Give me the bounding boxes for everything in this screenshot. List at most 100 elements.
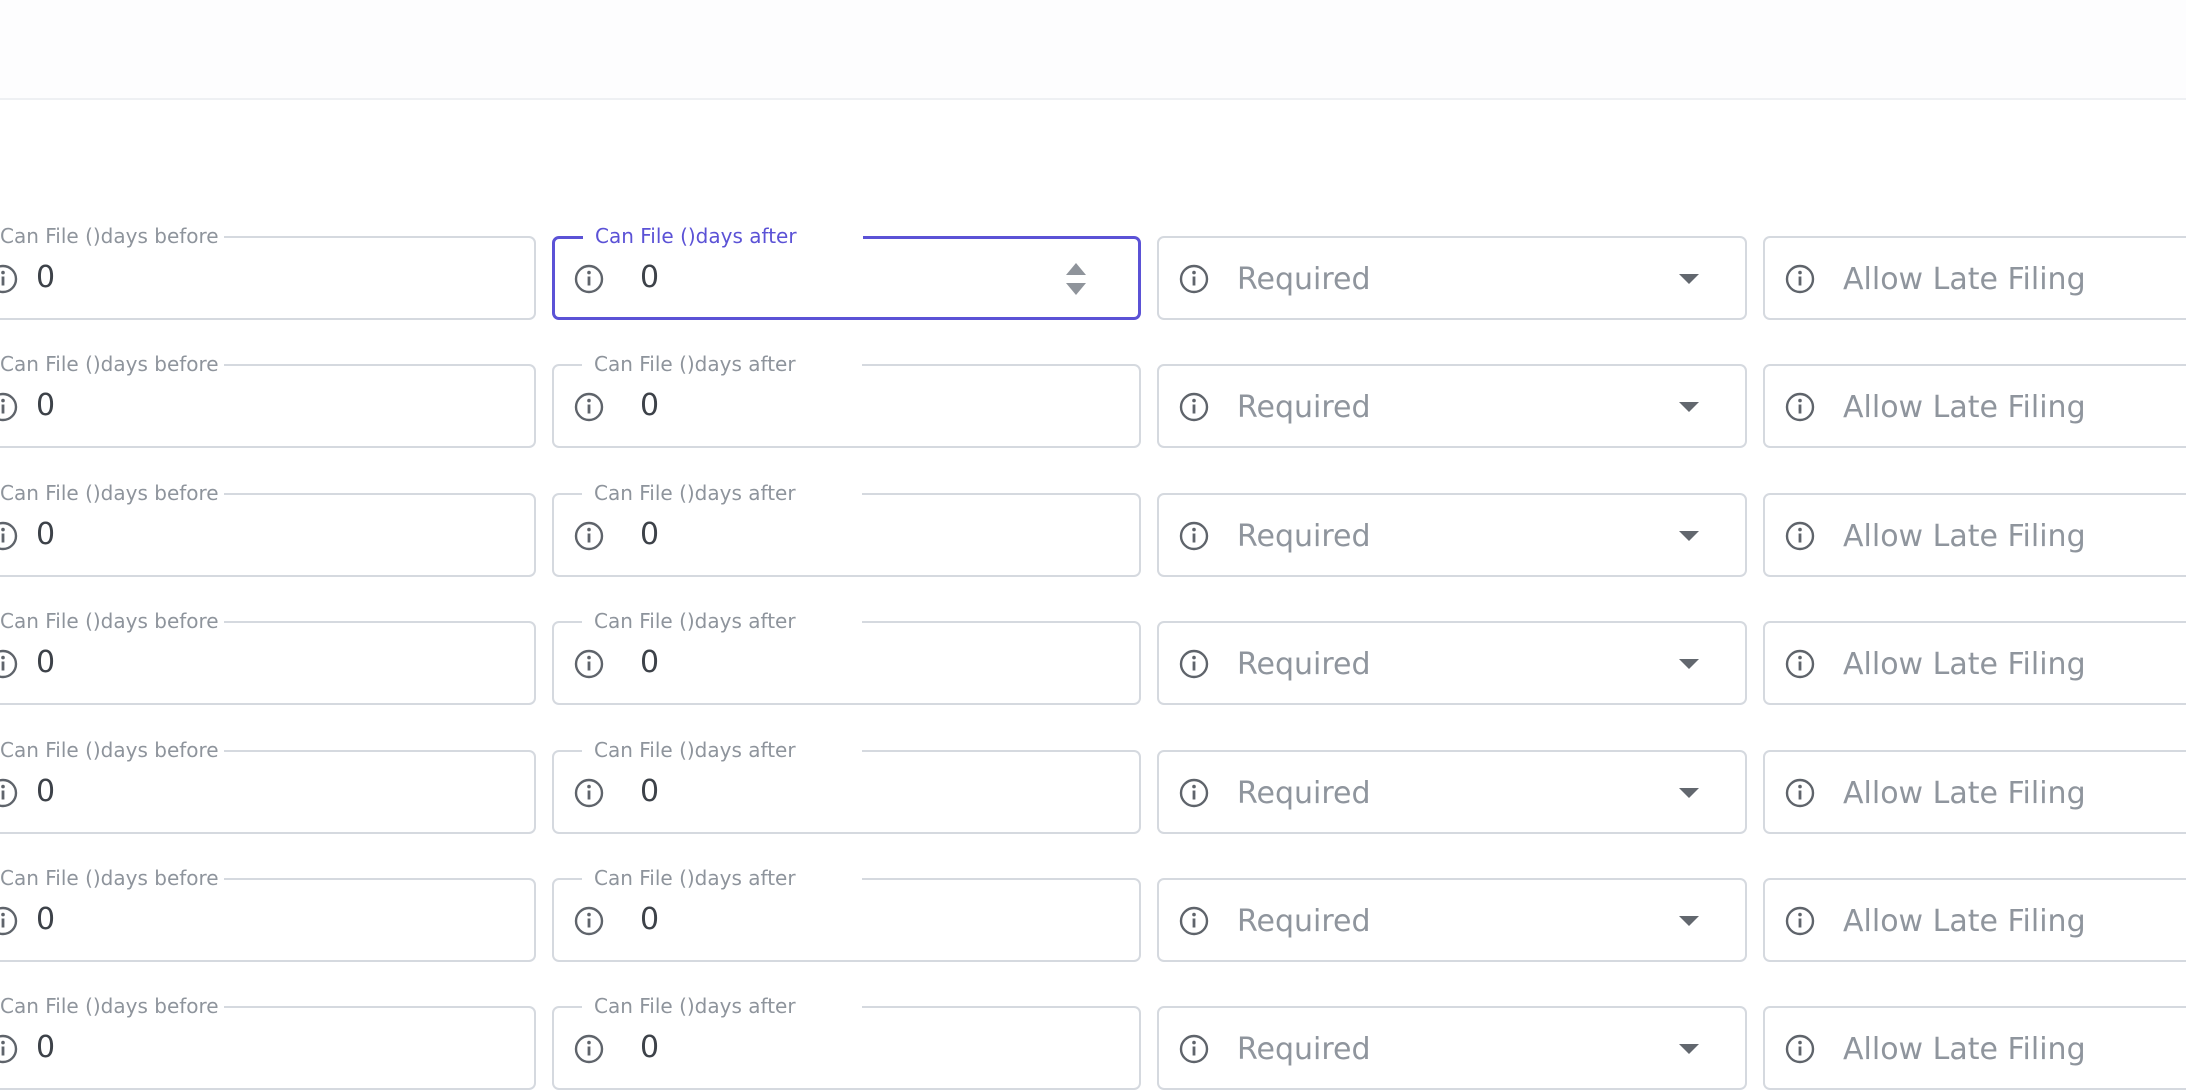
info-icon[interactable]	[1785, 649, 1815, 679]
required-placeholder: Required	[1237, 776, 1371, 811]
info-icon[interactable]	[0, 649, 18, 679]
days-before-value[interactable]: 0	[36, 516, 55, 554]
days-after-label: Can File ()days after	[582, 866, 862, 890]
allow-late-filing-field[interactable]: Allow Late Filing	[1763, 621, 2186, 705]
days-after-value[interactable]: 0	[640, 644, 659, 682]
allow-late-filing-placeholder: Allow Late Filing	[1843, 1032, 2086, 1067]
days-before-label: Can File ()days before	[0, 866, 224, 890]
days-after-label: Can File ()days after	[582, 609, 862, 633]
filing-rule-row: Can File ()days before 0 Can File ()days…	[0, 994, 2186, 1092]
top-header-bar	[0, 0, 2186, 100]
days-before-label: Can File ()days before	[0, 224, 224, 248]
days-before-value[interactable]: 0	[36, 901, 55, 939]
info-icon[interactable]	[1785, 521, 1815, 551]
days-after-field[interactable]: Can File ()days after 0	[552, 738, 1141, 834]
allow-late-filing-field[interactable]: Allow Late Filing	[1763, 493, 2186, 577]
info-icon[interactable]	[574, 392, 604, 422]
info-icon[interactable]	[0, 906, 18, 936]
info-icon[interactable]	[1179, 649, 1209, 679]
info-icon[interactable]	[1179, 1034, 1209, 1064]
filing-rule-row: Can File ()days before 0 Can File ()days…	[0, 609, 2186, 707]
allow-late-filing-field[interactable]: Allow Late Filing	[1763, 1006, 2186, 1090]
chevron-down-icon[interactable]	[1679, 274, 1699, 284]
info-icon[interactable]	[1785, 906, 1815, 936]
days-after-label: Can File ()days after	[582, 352, 862, 376]
info-icon[interactable]	[0, 392, 18, 422]
info-icon[interactable]	[1179, 906, 1209, 936]
info-icon[interactable]	[1179, 521, 1209, 551]
required-placeholder: Required	[1237, 390, 1371, 425]
info-icon[interactable]	[574, 521, 604, 551]
chevron-down-icon[interactable]	[1679, 788, 1699, 798]
info-icon[interactable]	[1179, 264, 1209, 294]
allow-late-filing-field[interactable]: Allow Late Filing	[1763, 236, 2186, 320]
days-before-value[interactable]: 0	[36, 773, 55, 811]
info-icon[interactable]	[0, 521, 18, 551]
days-after-field[interactable]: Can File ()days after 0	[552, 994, 1141, 1090]
days-before-field[interactable]: Can File ()days before 0	[0, 352, 536, 448]
days-before-field[interactable]: Can File ()days before 0	[0, 994, 536, 1090]
allow-late-filing-placeholder: Allow Late Filing	[1843, 647, 2086, 682]
days-before-field[interactable]: Can File ()days before 0	[0, 866, 536, 962]
days-after-value[interactable]: 0	[640, 259, 659, 297]
info-icon[interactable]	[1785, 264, 1815, 294]
chevron-down-icon[interactable]	[1679, 659, 1699, 669]
days-after-label: Can File ()days after	[582, 994, 862, 1018]
allow-late-filing-field[interactable]: Allow Late Filing	[1763, 364, 2186, 448]
info-icon[interactable]	[574, 906, 604, 936]
info-icon[interactable]	[0, 264, 18, 294]
days-before-field[interactable]: Can File ()days before 0	[0, 609, 536, 705]
chevron-down-icon[interactable]	[1679, 402, 1699, 412]
days-after-value[interactable]: 0	[640, 901, 659, 939]
days-before-value[interactable]: 0	[36, 644, 55, 682]
days-before-value[interactable]: 0	[36, 259, 55, 297]
required-select[interactable]: Required	[1157, 364, 1747, 448]
days-after-value[interactable]: 0	[640, 516, 659, 554]
allow-late-filing-field[interactable]: Allow Late Filing	[1763, 878, 2186, 962]
info-icon[interactable]	[1785, 392, 1815, 422]
info-icon[interactable]	[1785, 1034, 1815, 1064]
required-select[interactable]: Required	[1157, 1006, 1747, 1090]
days-after-field[interactable]: Can File ()days after 0	[552, 609, 1141, 705]
days-after-value[interactable]: 0	[640, 1029, 659, 1067]
days-after-field[interactable]: Can File ()days after 0	[552, 481, 1141, 577]
days-before-label: Can File ()days before	[0, 481, 224, 505]
chevron-down-icon[interactable]	[1679, 531, 1699, 541]
required-placeholder: Required	[1237, 904, 1371, 939]
days-before-field[interactable]: Can File ()days before 0	[0, 224, 536, 320]
required-select[interactable]: Required	[1157, 878, 1747, 962]
days-before-label: Can File ()days before	[0, 738, 224, 762]
info-icon[interactable]	[574, 1034, 604, 1064]
required-placeholder: Required	[1237, 1032, 1371, 1067]
required-select[interactable]: Required	[1157, 493, 1747, 577]
chevron-down-icon[interactable]	[1679, 916, 1699, 926]
days-before-field[interactable]: Can File ()days before 0	[0, 738, 536, 834]
allow-late-filing-field[interactable]: Allow Late Filing	[1763, 750, 2186, 834]
days-after-value[interactable]: 0	[640, 387, 659, 425]
required-placeholder: Required	[1237, 519, 1371, 554]
info-icon[interactable]	[574, 778, 604, 808]
days-before-field[interactable]: Can File ()days before 0	[0, 481, 536, 577]
days-after-field[interactable]: Can File ()days after 0	[552, 224, 1141, 320]
days-before-value[interactable]: 0	[36, 1029, 55, 1067]
days-after-field[interactable]: Can File ()days after 0	[552, 866, 1141, 962]
filing-rule-row: Can File ()days before 0 Can File ()days…	[0, 224, 2186, 322]
required-select[interactable]: Required	[1157, 750, 1747, 834]
info-icon[interactable]	[1179, 392, 1209, 422]
info-icon[interactable]	[1179, 778, 1209, 808]
number-stepper-icon[interactable]	[1066, 259, 1086, 299]
days-before-value[interactable]: 0	[36, 387, 55, 425]
info-icon[interactable]	[1785, 778, 1815, 808]
info-icon[interactable]	[574, 264, 604, 294]
info-icon[interactable]	[0, 778, 18, 808]
chevron-down-icon[interactable]	[1679, 1044, 1699, 1054]
allow-late-filing-placeholder: Allow Late Filing	[1843, 904, 2086, 939]
days-before-label: Can File ()days before	[0, 352, 224, 376]
info-icon[interactable]	[0, 1034, 18, 1064]
info-icon[interactable]	[574, 649, 604, 679]
required-select[interactable]: Required	[1157, 236, 1747, 320]
filing-rule-row: Can File ()days before 0 Can File ()days…	[0, 481, 2186, 579]
days-after-value[interactable]: 0	[640, 773, 659, 811]
days-after-field[interactable]: Can File ()days after 0	[552, 352, 1141, 448]
required-select[interactable]: Required	[1157, 621, 1747, 705]
